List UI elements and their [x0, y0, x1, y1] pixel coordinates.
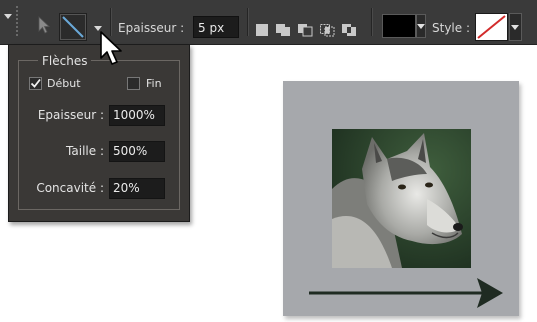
mouse-cursor-icon — [100, 31, 122, 65]
end-checkbox[interactable] — [127, 77, 140, 90]
intersect-shape-icon — [320, 24, 335, 37]
wolf-photo — [332, 129, 471, 268]
line-icon — [62, 16, 84, 38]
add-to-shape-area-button[interactable] — [275, 22, 290, 36]
style-swatch[interactable] — [475, 13, 508, 41]
add-shape-icon — [276, 24, 290, 36]
arrow-thickness-label: Epaisseur : — [37, 108, 104, 122]
checkmark-icon — [30, 78, 41, 88]
arrow-thickness-input[interactable]: 1000% — [109, 105, 165, 126]
intersect-shape-area-button[interactable] — [319, 22, 335, 37]
canvas-card — [283, 81, 519, 316]
new-shape-area-button[interactable] — [255, 22, 269, 36]
options-menu-arrow-icon[interactable] — [4, 14, 12, 19]
color-dropdown-button[interactable] — [416, 14, 426, 38]
line-tool-button[interactable] — [59, 13, 87, 41]
color-swatch[interactable] — [382, 14, 416, 38]
wolf-image — [332, 129, 471, 268]
pointer-arrow-icon — [38, 16, 51, 34]
arrow-shape[interactable] — [307, 275, 507, 311]
toolbar-separator — [371, 8, 372, 36]
thickness-label: Epaisseur : — [118, 21, 185, 35]
chevron-down-icon — [417, 24, 425, 29]
exclude-overlap-button[interactable] — [341, 22, 356, 36]
arrowheads-panel: Flèches Début Fin Epaisseur : 1000% Tail… — [8, 44, 190, 222]
arrow-concavity-label: Concavité : — [36, 181, 104, 195]
grip-dots — [16, 6, 20, 36]
arrow-concavity-input[interactable]: 20% — [109, 178, 165, 199]
no-style-icon — [477, 15, 506, 39]
start-checkbox[interactable] — [29, 77, 42, 90]
thickness-input[interactable]: 5 px — [193, 16, 239, 38]
select-tool-button[interactable] — [32, 14, 54, 36]
style-dropdown-button[interactable] — [509, 13, 522, 41]
arrow-size-label: Taille : — [66, 144, 104, 158]
subtract-shape-area-button[interactable] — [297, 22, 313, 37]
new-shape-icon — [256, 24, 268, 36]
subtract-shape-icon — [298, 24, 313, 37]
toolbar-separator — [247, 8, 248, 36]
tool-options-bar: Epaisseur : 5 px Style : — [0, 0, 537, 65]
arrowheads-title: Flèches — [38, 54, 92, 68]
arrow-size-input[interactable]: 500% — [109, 141, 165, 162]
end-label: Fin — [146, 77, 162, 90]
chevron-down-icon — [511, 25, 519, 30]
exclude-shape-icon — [342, 24, 356, 36]
start-label: Début — [47, 77, 81, 90]
style-label: Style : — [432, 21, 470, 35]
